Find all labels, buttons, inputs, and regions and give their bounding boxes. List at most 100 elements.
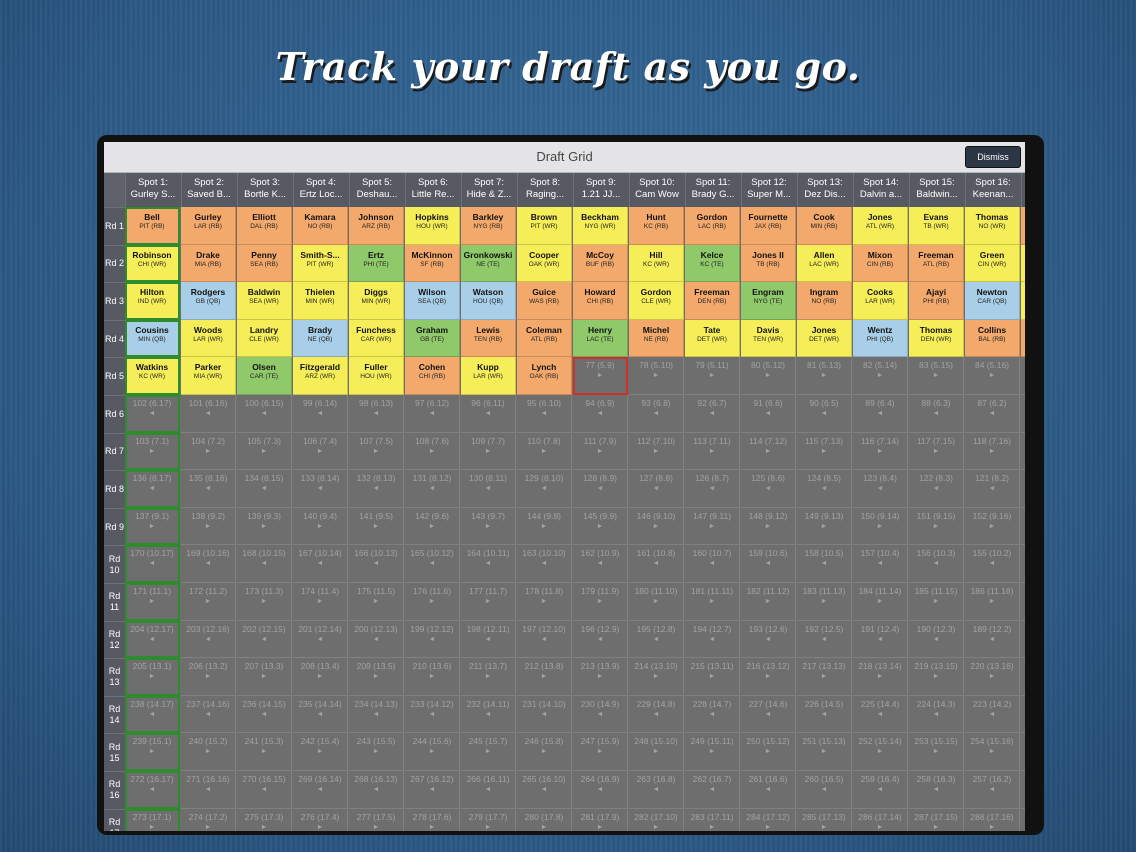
drafted-player-cell[interactable]: Watson HOU (QB) [461, 282, 516, 320]
empty-pick-cell[interactable]: 260 (16.5) ◄ [797, 771, 852, 809]
drafted-player-cell[interactable]: Barkley NYG (RB) [461, 207, 516, 245]
empty-pick-cell[interactable]: 263 (16.8) ◄ [629, 771, 684, 809]
spot-header-12[interactable]: Spot 12: Super M... [741, 173, 796, 207]
empty-pick-cell[interactable]: 213 (13.9) ► [573, 658, 628, 696]
empty-pick-cell[interactable]: 141 (9.5) ► [349, 507, 404, 546]
drafted-player-cell[interactable]: Michel NE (RB) [629, 319, 684, 358]
empty-pick-cell[interactable]: 214 (13.10) ► [629, 658, 684, 696]
drafted-player-cell[interactable]: Parker MIA (WR) [181, 357, 236, 395]
empty-pick-cell[interactable]: 147 (9.11) ► [685, 507, 740, 546]
empty-pick-cell[interactable]: 22 [1021, 658, 1025, 696]
empty-pick-cell[interactable]: 247 (15.9) ► [573, 733, 628, 771]
empty-pick-cell[interactable]: 231 (14.10) ◄ [517, 695, 572, 734]
empty-pick-cell[interactable]: 230 (14.9) ◄ [573, 695, 628, 734]
empty-pick-cell[interactable]: 146 (9.10) ► [629, 507, 684, 546]
spot-header-17[interactable]: SBa [1021, 173, 1025, 207]
empty-pick-cell[interactable]: 234 (14.13) ◄ [349, 695, 404, 734]
dismiss-button[interactable]: Dismiss [965, 146, 1021, 168]
empty-pick-cell[interactable]: 236 (14.15) ◄ [237, 695, 292, 734]
empty-pick-cell[interactable]: 158 (10.5) ◄ [797, 545, 852, 583]
empty-pick-cell[interactable]: 155 (10.2) ◄ [965, 545, 1020, 583]
spot-header-5[interactable]: Spot 5: Deshau... [349, 173, 404, 207]
empty-pick-cell[interactable]: 238 (14.17) ◄ [125, 695, 180, 734]
drafted-player-cell[interactable]: Lewis TEN (RB) [461, 319, 516, 358]
empty-pick-cell[interactable]: 192 (12.5) ◄ [797, 620, 852, 659]
empty-pick-cell[interactable]: 121 (8.2) ◄ [965, 470, 1020, 508]
empty-pick-cell[interactable]: 118 (7.16) ► [965, 432, 1020, 471]
empty-pick-cell[interactable]: 161 (10.8) ◄ [629, 545, 684, 583]
drafted-player-cell[interactable]: Cooper OAK (WR) [517, 244, 572, 283]
drafted-player-cell[interactable]: Cooks LAR (WR) [853, 282, 908, 320]
drafted-player-cell[interactable]: Jones ATL (WR) [853, 207, 908, 245]
empty-pick-cell[interactable]: 115 (7.13) ► [797, 432, 852, 471]
empty-pick-cell[interactable]: 271 (16.16) ◄ [181, 771, 236, 809]
empty-pick-cell[interactable]: 117 (7.15) ► [909, 432, 964, 471]
empty-pick-cell[interactable]: 173 (11.3) ► [237, 583, 292, 621]
drafted-player-cell[interactable]: Olsen CAR (TE) [237, 357, 292, 395]
empty-pick-cell[interactable]: 87 (6.2) ◄ [965, 395, 1020, 433]
drafted-player-cell[interactable]: Kupp LAR (WR) [461, 357, 516, 395]
empty-pick-cell[interactable]: 212 (13.8) ► [517, 658, 572, 696]
empty-pick-cell[interactable]: 226 (14.5) ◄ [797, 695, 852, 734]
empty-pick-cell[interactable] [1021, 507, 1025, 546]
empty-pick-cell[interactable]: 95 (6.10) ◄ [517, 395, 572, 433]
drafted-player-cell[interactable]: Penny SEA (RB) [237, 244, 292, 283]
drafted-player-cell[interactable]: Newton CAR (QB) [965, 282, 1020, 320]
empty-pick-cell[interactable]: 88 (6.3) ◄ [909, 395, 964, 433]
spot-header-4[interactable]: Spot 4: Ertz Loc... [293, 173, 348, 207]
empty-pick-cell[interactable]: 196 (12.9) ◄ [573, 620, 628, 659]
empty-pick-cell[interactable]: 114 (7.12) ► [741, 432, 796, 471]
empty-pick-cell[interactable]: 197 (12.10) ◄ [517, 620, 572, 659]
empty-pick-cell[interactable]: 174 (11.4) ► [293, 583, 348, 621]
drafted-player-cell[interactable]: Funchess CAR (WR) [349, 319, 404, 358]
empty-pick-cell[interactable]: 92 (6.7) ◄ [685, 395, 740, 433]
empty-pick-cell[interactable]: 245 (15.7) ► [461, 733, 516, 771]
drafted-player-cell[interactable]: Allen LAC (WR) [797, 244, 852, 283]
empty-pick-cell[interactable]: 78 (5.10) ► [629, 357, 684, 395]
empty-pick-cell[interactable]: 195 (12.8) ◄ [629, 620, 684, 659]
empty-pick-cell[interactable]: 239 (15.1) ► [125, 733, 180, 771]
empty-pick-cell[interactable]: 190 (12.3) ◄ [909, 620, 964, 659]
empty-pick-cell[interactable]: 131 (8.12) ◄ [405, 470, 460, 508]
drafted-player-cell[interactable]: McKinnon SF (RB) [405, 244, 460, 283]
empty-pick-cell[interactable]: 176 (11.6) ► [405, 583, 460, 621]
spot-header-9[interactable]: Spot 9: 1.21 JJ... [573, 173, 628, 207]
empty-pick-cell[interactable]: 279 (17.7) ► [461, 808, 516, 831]
empty-pick-cell[interactable]: 194 (12.7) ◄ [685, 620, 740, 659]
empty-pick-cell[interactable]: 135 (8.16) ◄ [181, 470, 236, 508]
empty-pick-cell[interactable]: 223 (14.2) ◄ [965, 695, 1020, 734]
empty-pick-cell[interactable]: 107 (7.5) ► [349, 432, 404, 471]
spot-header-10[interactable]: Spot 10: Cam Wow [629, 173, 684, 207]
empty-pick-cell[interactable]: 286 (17.14) ► [853, 808, 908, 831]
drafted-player-cell[interactable]: Rodgers GB (QB) [181, 282, 236, 320]
drafted-player-cell[interactable]: Fuller HOU (WR) [349, 357, 404, 395]
drafted-player-cell[interactable]: McCoy BUF (RB) [573, 244, 628, 283]
empty-pick-cell[interactable]: 170 (10.17) ◄ [125, 545, 180, 583]
empty-pick-cell[interactable]: 224 (14.3) ◄ [909, 695, 964, 734]
drafted-player-cell[interactable]: Green CIN (WR) [965, 244, 1020, 283]
empty-pick-cell[interactable]: 220 (13.16) ► [965, 658, 1020, 696]
spot-header-14[interactable]: Spot 14: Dalvin a... [853, 173, 908, 207]
empty-pick-cell[interactable]: 150 (9.14) ► [853, 507, 908, 546]
spot-header-16[interactable]: Spot 16: Keenan... [965, 173, 1020, 207]
empty-pick-cell[interactable]: 172 (11.2) ► [181, 583, 236, 621]
empty-pick-cell[interactable]: 138 (9.2) ► [181, 507, 236, 546]
drafted-player-cell[interactable]: Bell PIT (RB) [125, 207, 180, 245]
empty-pick-cell[interactable]: 142 (9.6) ► [405, 507, 460, 546]
spot-header-3[interactable]: Spot 3: Bortle K... [237, 173, 292, 207]
empty-pick-cell[interactable]: 273 (17.1) ► [125, 808, 180, 831]
empty-pick-cell[interactable]: 167 (10.14) ◄ [293, 545, 348, 583]
drafted-player-cell[interactable]: Tate DET (WR) [685, 319, 740, 358]
drafted-player-cell[interactable]: Elliott DAL (RB) [237, 207, 292, 245]
spot-header-11[interactable]: Spot 11: Brady G... [685, 173, 740, 207]
drafted-player-cell[interactable]: Ertz PHI (TE) [349, 244, 404, 283]
empty-pick-cell[interactable]: 80 (5.12) ► [741, 357, 796, 395]
empty-pick-cell[interactable]: 246 (15.8) ► [517, 733, 572, 771]
empty-pick-cell[interactable]: 28 [1021, 808, 1025, 831]
drafted-player-cell[interactable]: Hilton IND (WR) [125, 282, 180, 320]
drafted-player-cell[interactable]: Thielen MIN (WR) [293, 282, 348, 320]
empty-pick-cell[interactable]: 127 (8.8) ◄ [629, 470, 684, 508]
empty-pick-cell[interactable]: 83 (5.15) ► [909, 357, 964, 395]
drafted-player-cell[interactable] [1021, 244, 1025, 283]
empty-pick-cell[interactable]: 169 (10.16) ◄ [181, 545, 236, 583]
